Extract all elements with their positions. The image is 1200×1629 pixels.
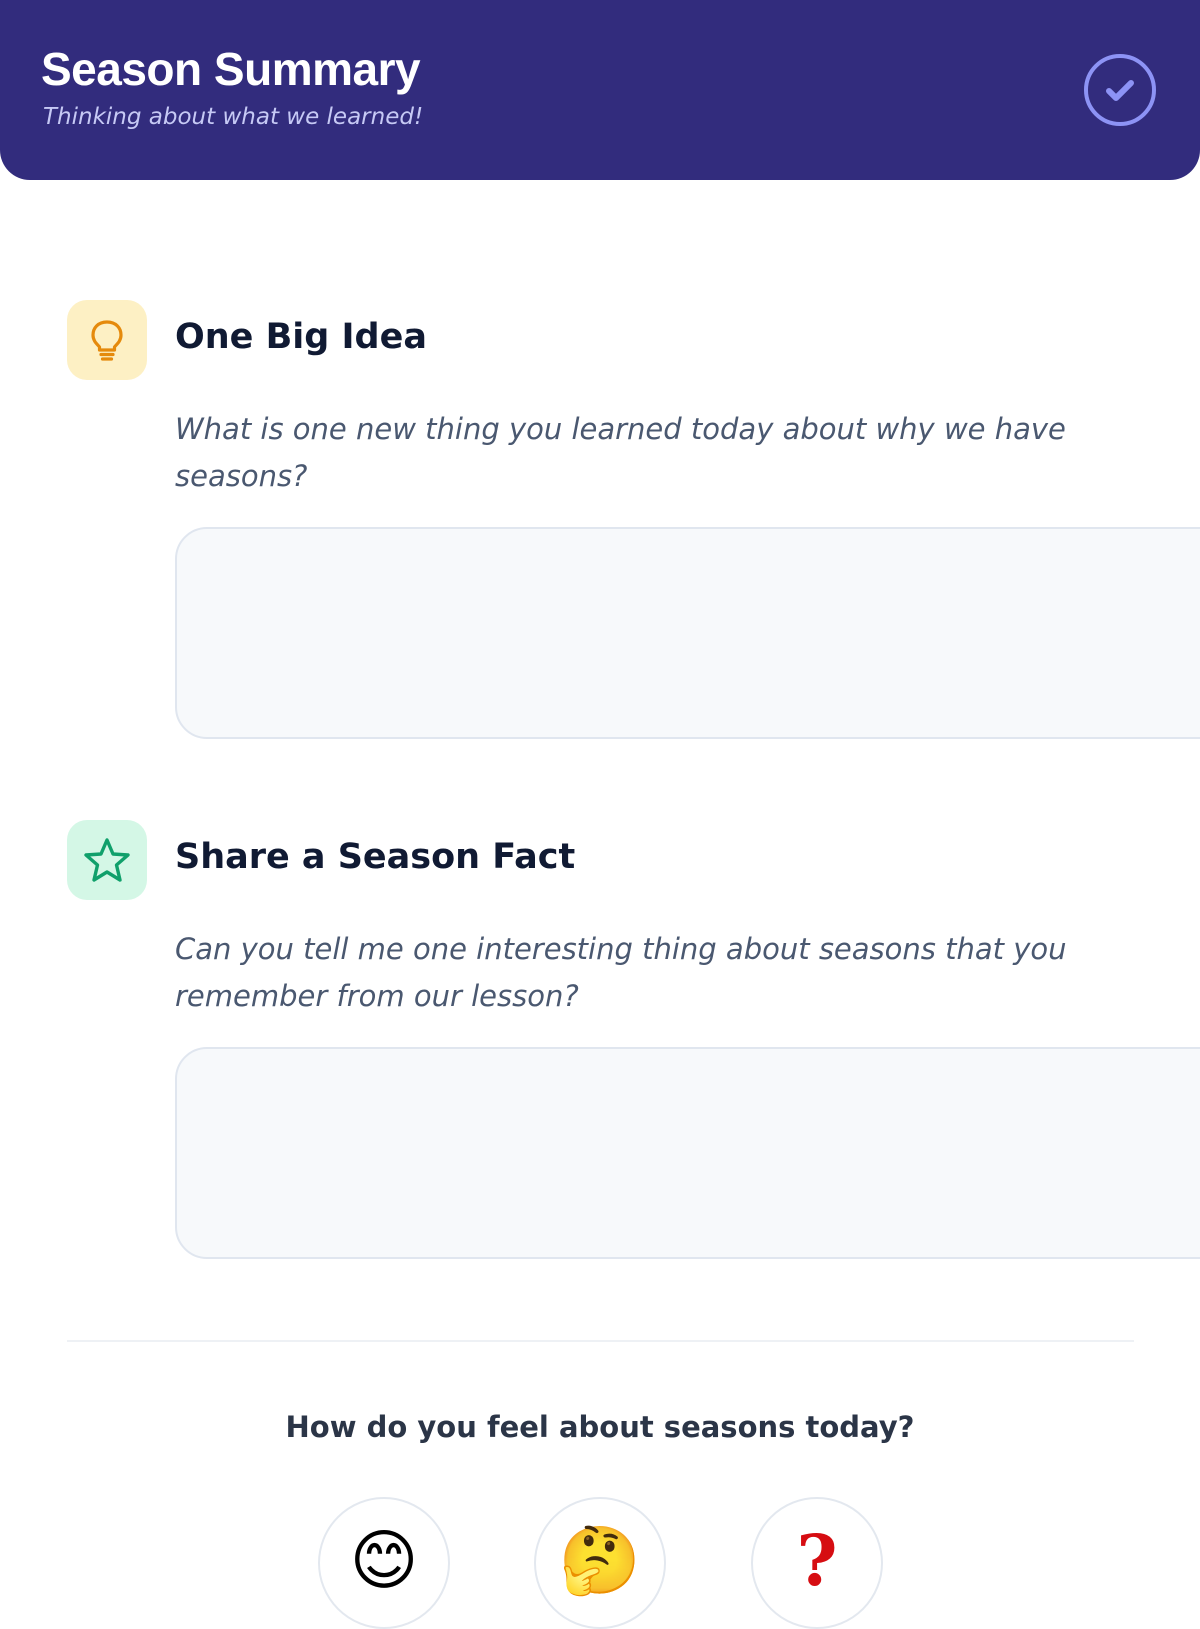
page-subtitle: Thinking about what we learned!: [43, 104, 424, 130]
section-title-big-idea: One Big Idea: [175, 317, 427, 357]
mood-confused-button[interactable]: ?: [751, 1497, 883, 1629]
header-banner: Season Summary Thinking about what we le…: [0, 0, 1200, 180]
lightbulb-icon-badge: [67, 300, 147, 380]
mood-happy-button[interactable]: 😊: [318, 1497, 450, 1629]
season-fact-answer-input[interactable]: [175, 1047, 1200, 1259]
star-icon-badge: [67, 820, 147, 900]
section-divider: [67, 1340, 1134, 1342]
section-prompt-big-idea: What is one new thing you learned today …: [175, 412, 1066, 493]
smiling-face-icon: 😊: [349, 1522, 419, 1599]
question-mark-icon: ?: [796, 1519, 838, 1602]
star-icon: [84, 838, 130, 882]
section-prompt-season-fact: Can you tell me one interesting thing ab…: [175, 932, 1067, 1013]
big-idea-answer-input[interactable]: [175, 527, 1200, 739]
thinking-face-icon: 🤔: [558, 1522, 642, 1599]
feelings-question: How do you feel about seasons today?: [285, 1410, 915, 1444]
page-title: Season Summary: [41, 43, 421, 95]
mood-thinking-button[interactable]: 🤔: [534, 1497, 666, 1629]
check-circle-icon: [1084, 54, 1156, 126]
section-title-season-fact: Share a Season Fact: [175, 837, 576, 877]
lightbulb-icon: [91, 320, 123, 361]
